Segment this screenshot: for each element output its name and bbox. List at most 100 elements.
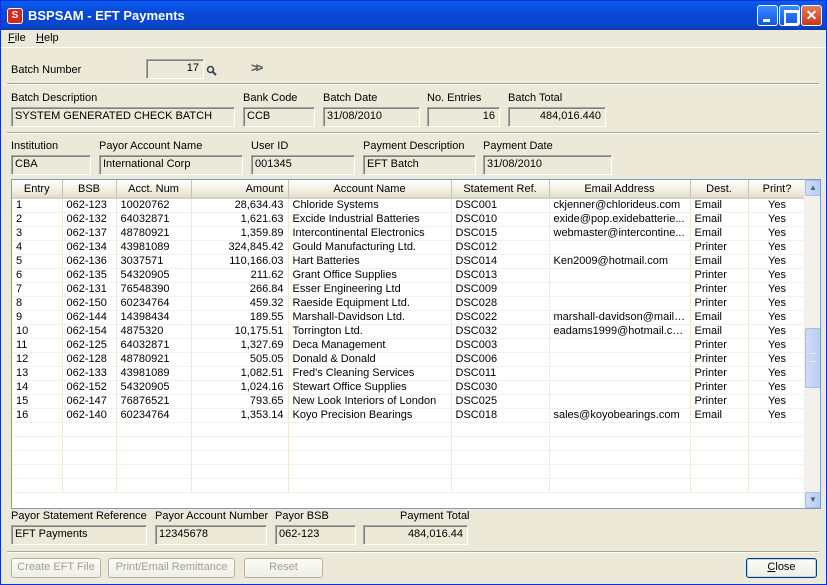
table-cell [12, 422, 63, 437]
scroll-up-button[interactable]: ▲ [805, 180, 820, 196]
table-cell: Marshall-Davidson Ltd. [288, 310, 452, 325]
table-cell: 64032871 [116, 212, 192, 227]
table-cell: 211.62 [191, 268, 289, 283]
menu-help[interactable]: Help [36, 32, 59, 44]
table-cell: Email [690, 254, 749, 269]
table-row[interactable]: 11 062-125 64032871 1,327.69 Deca Management… [12, 338, 807, 353]
payment-date-field[interactable]: 31/08/2010 [483, 155, 612, 175]
table-row[interactable]: 7 062-131 76548390 266.84 Esser Engineering … [12, 282, 807, 297]
column-header[interactable]: Account Name [288, 180, 452, 199]
column-header[interactable]: Dest. [690, 180, 749, 199]
close-button[interactable]: Close [746, 558, 817, 578]
entries-grid[interactable]: Entry BSB Acct. Num Amount Account Name State… [11, 179, 821, 509]
table-cell: 189.55 [191, 310, 289, 325]
bank-code-field[interactable]: CCB [243, 107, 315, 127]
scroll-thumb[interactable] [805, 328, 820, 388]
table-row[interactable]: 15 062-147 76876521 793.65 New Look Interior… [12, 394, 807, 409]
minimize-button[interactable] [757, 5, 778, 26]
payor-bsb-label: Payor BSB [275, 510, 329, 522]
next-batch-icon[interactable]: >> [251, 60, 263, 75]
vertical-scrollbar[interactable]: ▲ ▼ [804, 180, 820, 508]
table-cell [116, 464, 192, 479]
table-cell: 062-140 [62, 408, 117, 423]
table-cell: New Look Interiors of London [288, 394, 452, 409]
column-header[interactable]: Entry [12, 180, 63, 199]
table-cell [12, 478, 63, 493]
table-cell: 505.05 [191, 352, 289, 367]
table-cell: Intercontinental Electronics [288, 226, 452, 241]
batch-date-field[interactable]: 31/08/2010 [323, 107, 420, 127]
column-header[interactable]: Print? [748, 180, 807, 199]
table-cell [288, 422, 452, 437]
table-cell [748, 422, 807, 437]
table-cell [288, 436, 452, 451]
payor-bsb-field[interactable]: 062-123 [275, 525, 356, 545]
batch-total-field[interactable]: 484,016.440 [508, 107, 606, 127]
table-cell: Printer [690, 268, 749, 283]
table-cell: DSC001 [451, 198, 550, 213]
table-row[interactable]: 5 062-136 3037571 110,166.03 Hart Batteries D… [12, 254, 807, 269]
app-logo-icon[interactable]: S [7, 8, 23, 24]
empty-row [12, 478, 807, 493]
table-cell: Ken2009@hotmail.com [549, 254, 691, 269]
chevron-down-icon: ▼ [809, 495, 817, 504]
empty-row [12, 450, 807, 465]
bank-code-label: Bank Code [243, 92, 298, 104]
table-cell: 10 [12, 324, 63, 339]
table-row[interactable]: 4 062-134 43981089 324,845.42 Gould Manufact… [12, 240, 807, 255]
close-button-label: lose [775, 561, 796, 573]
table-cell: 76548390 [116, 282, 192, 297]
table-cell: Yes [748, 268, 807, 283]
payment-description-field[interactable]: EFT Batch [363, 155, 476, 175]
column-header[interactable]: Email Address [549, 180, 691, 199]
table-cell: 48780921 [116, 226, 192, 241]
table-row[interactable]: 8 062-150 60234764 459.32 Raeside Equipment … [12, 296, 807, 311]
table-cell: 1,327.69 [191, 338, 289, 353]
table-cell: 15 [12, 394, 63, 409]
column-header[interactable]: Amount [191, 180, 289, 199]
table-row[interactable]: 10 062-154 4875320 10,175.51 Torrington Ltd.… [12, 324, 807, 339]
close-window-button[interactable]: ✕ [801, 5, 822, 26]
table-row[interactable]: 12 062-128 48780921 505.05 Donald & Donald DS… [12, 352, 807, 367]
empty-row [12, 436, 807, 451]
search-icon[interactable] [206, 65, 217, 76]
batch-description-field[interactable]: SYSTEM GENERATED CHECK BATCH [11, 107, 235, 127]
column-header[interactable]: Acct. Num [116, 180, 192, 199]
print-email-remittance-button[interactable]: Print/Email Remittance [108, 558, 235, 578]
table-cell: 062-137 [62, 226, 117, 241]
institution-field[interactable]: CBA [11, 155, 91, 175]
column-header[interactable]: Statement Ref. [451, 180, 550, 199]
payor-statement-reference-field[interactable]: EFT Payments [11, 525, 147, 545]
table-row[interactable]: 13 062-133 43981089 1,082.51 Fred's Cleaning… [12, 366, 807, 381]
table-cell [748, 450, 807, 465]
reset-button[interactable]: Reset [244, 558, 323, 578]
payor-account-number-field[interactable]: 12345678 [155, 525, 267, 545]
table-cell: ckjenner@chlorideus.com [549, 198, 691, 213]
table-row[interactable]: 14 062-152 54320905 1,024.16 Stewart Office … [12, 380, 807, 395]
table-row[interactable]: 6 062-135 54320905 211.62 Grant Office Suppl… [12, 268, 807, 283]
payment-total-field[interactable]: 484,016.44 [363, 525, 468, 545]
table-cell: 11 [12, 338, 63, 353]
table-cell: 062-150 [62, 296, 117, 311]
payor-account-name-field[interactable]: International Corp [99, 155, 243, 175]
table-cell: Email [690, 310, 749, 325]
maximize-button[interactable] [779, 5, 800, 26]
scroll-down-button[interactable]: ▼ [805, 492, 820, 508]
menu-file[interactable]: File [8, 32, 26, 44]
table-row[interactable]: 9 062-144 14398434 189.55 Marshall-Davidson … [12, 310, 807, 325]
table-row[interactable]: 2 062-132 64032871 1,621.63 Excide Industria… [12, 212, 807, 227]
table-cell: DSC014 [451, 254, 550, 269]
table-row[interactable]: 3 062-137 48780921 1,359.89 Intercontinental… [12, 226, 807, 241]
table-cell [12, 450, 63, 465]
table-row[interactable]: 1 062-123 10020762 28,634.43 Chloride System… [12, 198, 807, 213]
entries-field[interactable]: 16 [427, 107, 500, 127]
table-cell: Koyo Precision Bearings [288, 408, 452, 423]
batch-number-field[interactable]: 17 [146, 59, 204, 79]
table-row[interactable]: 16 062-140 60234764 1,353.14 Koyo Precision … [12, 408, 807, 423]
user-id-field[interactable]: 001345 [251, 155, 355, 175]
table-cell: 062-152 [62, 380, 117, 395]
table-cell [549, 268, 691, 283]
title-bar[interactable]: S BSPSAM - EFT Payments ✕ [1, 1, 826, 30]
column-header[interactable]: BSB [62, 180, 117, 199]
create-eft-file-button[interactable]: Create EFT File [11, 558, 101, 578]
